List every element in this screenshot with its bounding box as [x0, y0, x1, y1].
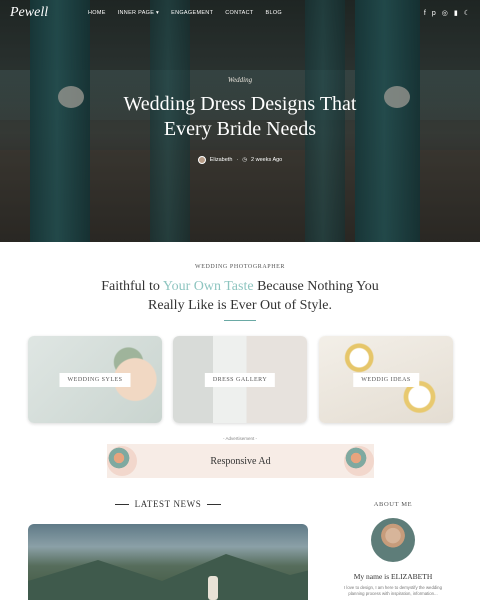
- responsive-ad-banner[interactable]: Responsive Ad: [107, 444, 374, 478]
- hero-title-line2: Every Bride Needs: [163, 118, 317, 140]
- headline-part2: Because Nothing You: [253, 279, 379, 294]
- news-image-mountains: [28, 554, 308, 600]
- category-card-dress-gallery[interactable]: DRESS GALLERY: [173, 336, 307, 423]
- about-heading: ABOUT ME: [373, 501, 413, 508]
- social-links: f p ◎ ▮ ☾: [424, 10, 470, 17]
- moon-icon[interactable]: ☾: [464, 10, 470, 17]
- main-menu: HOME INNER PAGE ▾ ENGAGEMENT CONTACT BLO…: [88, 10, 282, 16]
- instagram-icon[interactable]: ◎: [442, 10, 448, 17]
- headline-part1: Faithful to: [101, 279, 163, 294]
- book-icon[interactable]: ▮: [454, 10, 458, 17]
- ad-flower-right: [344, 446, 374, 476]
- site-logo[interactable]: Pewell: [10, 5, 80, 21]
- pinterest-icon[interactable]: p: [432, 10, 436, 17]
- about-text: I love to design, I am here to demystify…: [344, 585, 442, 596]
- category-card-wedding-ideas[interactable]: WEDDIG IDEAS: [319, 336, 453, 423]
- meta-separator: ·: [236, 157, 239, 163]
- ad-flower-left: [107, 446, 137, 476]
- facebook-icon[interactable]: f: [424, 10, 426, 17]
- hero-category[interactable]: Wedding: [0, 76, 480, 84]
- headline-line2: Really Like is Ever Out of Style.: [148, 298, 332, 313]
- advertisement-label: - Advertisement -: [222, 436, 257, 441]
- card-label: DRESS GALLERY: [204, 373, 276, 387]
- hero-banner: Pewell HOME INNER PAGE ▾ ENGAGEMENT CONT…: [0, 0, 480, 242]
- ad-text: Responsive Ad: [210, 455, 271, 467]
- hero-title-line1: Wedding Dress Designs That: [123, 93, 357, 115]
- menu-item-home[interactable]: HOME: [88, 10, 106, 16]
- headline-accent: Your Own Taste: [162, 279, 254, 294]
- hero-meta: Elizabeth · ◷ 2 weeks Ago: [0, 156, 480, 164]
- clock-icon: ◷: [242, 157, 248, 163]
- about-avatar: [371, 518, 415, 562]
- category-card-wedding-styles[interactable]: WEDDING SYLES: [28, 336, 162, 423]
- news-image-bride: [208, 576, 218, 600]
- intro-divider: [224, 320, 256, 321]
- menu-item-blog[interactable]: BLOG: [266, 10, 282, 16]
- hero-title[interactable]: Wedding Dress Designs That Every Bride N…: [0, 92, 480, 142]
- post-time: 2 weeks Ago: [251, 157, 283, 163]
- card-label: WEDDING SYLES: [59, 373, 131, 387]
- about-name: My name is ELIZABETH: [353, 572, 433, 581]
- latest-news-image[interactable]: [28, 524, 308, 600]
- top-navigation: Pewell HOME INNER PAGE ▾ ENGAGEMENT CONT…: [0, 0, 480, 26]
- intro-headline: Faithful to Your Own Taste Because Nothi…: [0, 277, 480, 315]
- menu-item-inner-page[interactable]: INNER PAGE ▾: [118, 10, 159, 16]
- intro-subheading: WEDDING PHOTOGRAPHER: [194, 264, 286, 270]
- card-label: WEDDIG IDEAS: [353, 373, 419, 387]
- latest-news-heading: LATEST NEWS: [28, 499, 308, 509]
- author-name[interactable]: Elizabeth: [210, 157, 233, 163]
- menu-item-contact[interactable]: CONTACT: [225, 10, 253, 16]
- author-avatar: [197, 156, 206, 164]
- menu-item-engagement[interactable]: ENGAGEMENT: [171, 10, 213, 16]
